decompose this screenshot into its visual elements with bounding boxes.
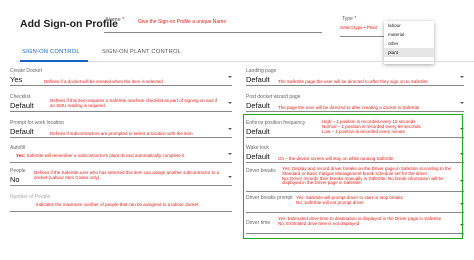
driver-settings-highlight [243, 114, 463, 239]
field-label: Post docket wizard page [246, 94, 301, 100]
chevron-down-icon [228, 102, 232, 104]
type-option-material[interactable]: material [384, 30, 434, 39]
chevron-down-icon [460, 76, 464, 78]
field-description: Defines if subcontractors are prompted t… [50, 131, 193, 136]
chevron-down-icon [228, 128, 232, 130]
landing-page-select[interactable]: Landing page Default The SafeSite page t… [246, 68, 464, 86]
type-option-labour[interactable]: labour [384, 21, 434, 30]
post-docket-wizard-select[interactable]: Post docket wizard page Default The page… [246, 94, 464, 112]
chevron-down-icon [228, 76, 232, 78]
chevron-down-icon [228, 176, 232, 178]
field-value: Default [246, 75, 270, 84]
field-description: Yes: SafeSite will remember a subcontrac… [16, 153, 185, 158]
field-value: Yes [10, 75, 23, 84]
work-location-select[interactable]: Prompt for work location Default Defines… [10, 120, 232, 138]
field-description: Indicates the maximum number of people t… [36, 202, 199, 207]
field-value: Default [246, 101, 270, 110]
name-label: Name * [106, 17, 125, 23]
tab-sign-on-control[interactable]: SIGN-ON CONTROL [22, 49, 80, 55]
name-hint: Give the Sign-on Profile a unique Name [138, 19, 227, 25]
field-label: People [10, 168, 26, 174]
field-description: Defines if a docket will be created when… [44, 79, 163, 84]
people-select[interactable]: People No Defines if the SafeSite user w… [10, 168, 232, 186]
create-docket-select[interactable]: Create Docket Yes Defines if a docket wi… [10, 68, 232, 86]
field-description: Defines if this item requires a SafeSite… [50, 98, 218, 109]
chevron-down-icon [460, 102, 464, 104]
field-description: The page the user will be directed to af… [278, 105, 420, 110]
checklist-select[interactable]: Checklist Default Defines if this item r… [10, 94, 232, 112]
name-field[interactable]: Name * Give the Sign-on Profile a unique… [104, 15, 322, 33]
field-label: Create Docket [10, 68, 42, 74]
number-of-people-input[interactable]: Number of People Indicates the maximum n… [10, 194, 232, 212]
field-description: The SafeSite page the user will be direc… [278, 79, 428, 84]
field-label: Autofill [10, 145, 26, 151]
field-value: Default [10, 101, 34, 110]
field-value: Default [10, 127, 34, 136]
field-label: Prompt for work location [10, 120, 64, 126]
type-hint: Select type • Plant [340, 25, 378, 30]
chevron-down-icon [228, 153, 232, 155]
type-option-other[interactable]: other [384, 39, 434, 48]
field-label: Number of People [10, 194, 51, 200]
field-label: Checklist [10, 94, 31, 100]
field-description: Defines if the SafeSite user who has sel… [34, 170, 220, 181]
tab-sign-on-plant-control[interactable]: SIGN-ON PLANT CONTROL [102, 49, 181, 55]
field-label: Landing page [246, 68, 277, 74]
field-value: No [10, 175, 20, 184]
autofill-select[interactable]: Autofill Yes: SafeSite will remember a s… [10, 145, 232, 163]
type-label: Type * [342, 16, 357, 22]
